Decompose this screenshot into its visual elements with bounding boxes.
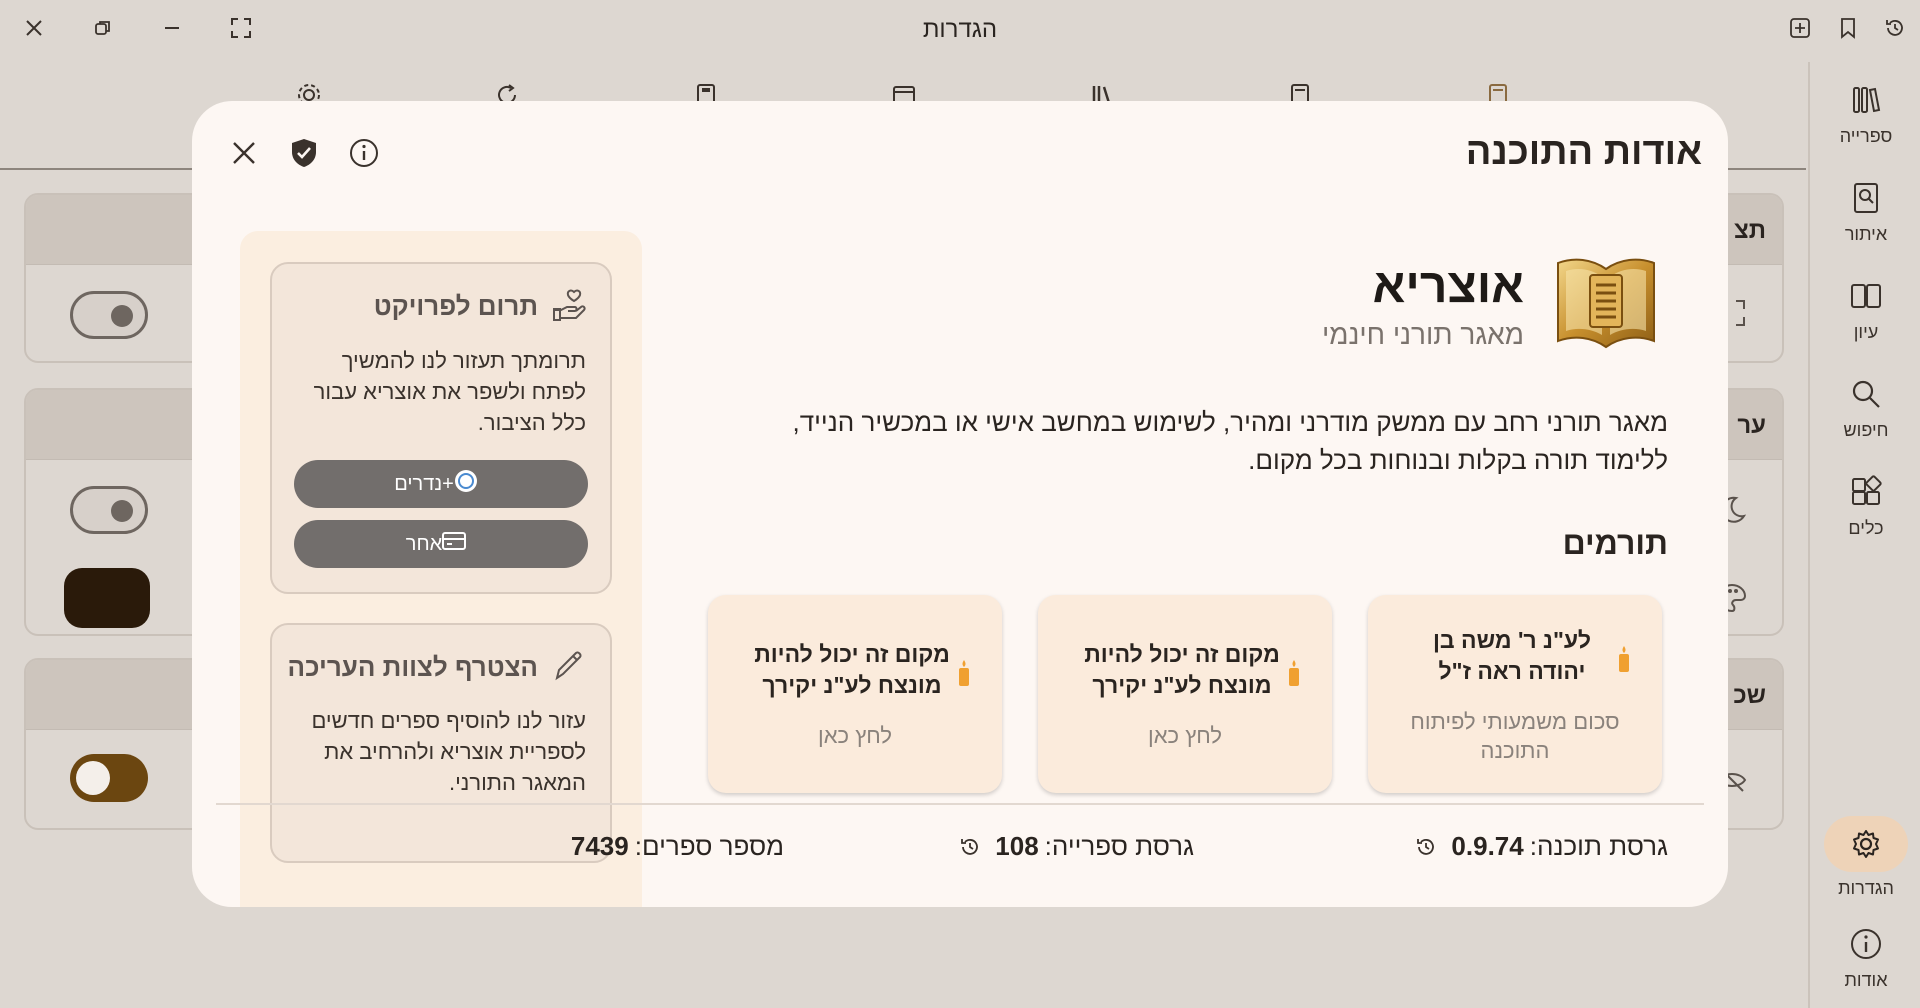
library-version-label: גרסת ספרייה: [1044, 831, 1194, 861]
footer-divider [216, 803, 1704, 805]
about-dialog: אודות התוכנה תרום לפרויקט תרומתך תעזור ל… [192, 101, 1728, 907]
rail-label: עיון [1853, 322, 1879, 342]
book-open-icon [1846, 276, 1886, 316]
rail-label: איתור [1844, 224, 1888, 244]
bookmark-icon [1838, 17, 1858, 44]
rail-item-library[interactable]: ספרייה [1810, 80, 1920, 147]
button-label: נדרים+ [394, 472, 454, 495]
add-square-icon [1789, 17, 1811, 44]
donor-card[interactable]: לע"נ ר' משה בן יהודה ראה ז"ל סכום משמעות… [1368, 595, 1662, 793]
rail-label: אודות [1844, 970, 1888, 990]
nedarim-plus-button[interactable]: נדרים+ [294, 460, 588, 508]
editors-body: עזור לנו להוסיף ספרים חדשים לספריית אוצר… [311, 708, 586, 795]
donate-title: תרום לפרויקט [373, 291, 538, 321]
donors-title: תורמים [1562, 525, 1668, 561]
app-version: גרסת תוכנה: 0.9.74 [1409, 831, 1668, 862]
tools-icon [1846, 472, 1886, 512]
rail-item-find[interactable]: איתור [1810, 178, 1920, 245]
info-icon [348, 137, 380, 174]
hand-heart-icon [552, 288, 588, 324]
editors-title: הצטרף לצוות העריכה [287, 652, 538, 682]
rail-label: הגדרות [1838, 878, 1894, 898]
candle-icon [956, 659, 972, 687]
donor-note: לחץ כאן [1148, 723, 1222, 748]
close-icon [230, 139, 258, 172]
donor-name: מקום זה יכול להיות מונצח לע"נ יקירך [754, 641, 950, 698]
donor-note: לחץ כאן [818, 723, 892, 748]
books-count-label: מספר ספרים: [634, 831, 784, 861]
support-panel: תרום לפרויקט תרומתך תעזור לנו להמשיך לפת… [240, 231, 642, 907]
privacy-button[interactable] [286, 137, 322, 173]
books-count-value: 7439 [570, 831, 629, 861]
bookmarks-button[interactable] [1832, 14, 1864, 46]
close-dialog-button[interactable] [226, 137, 262, 173]
donor-note: סכום משמעותי לפיתוח התוכנה [1410, 709, 1620, 763]
card-title: ער [1737, 412, 1766, 439]
rail-item-about[interactable]: אודות [1810, 924, 1920, 991]
new-tab-button[interactable] [1784, 14, 1816, 46]
rail-item-tools[interactable]: כלים [1810, 472, 1920, 539]
search-icon [1846, 374, 1886, 414]
rail-label: חיפוש [1843, 420, 1889, 440]
info-button[interactable] [346, 137, 382, 173]
color-swatch[interactable] [64, 568, 150, 628]
credit-card-icon [442, 531, 467, 557]
shield-check-icon [289, 137, 319, 174]
history-icon[interactable] [1415, 836, 1437, 858]
rail-label: כלים [1848, 518, 1884, 538]
app-version-label: גרסת תוכנה: [1529, 831, 1668, 861]
setting-toggle[interactable] [70, 291, 148, 339]
active-indicator [1824, 816, 1908, 872]
app-version-value: 0.9.74 [1451, 831, 1524, 861]
app-description: מאגר תורני רחב עם ממשק מודרני ומהיר, לשי… [792, 407, 1669, 475]
title-bar: הגדרות [0, 0, 1920, 62]
donate-body: תרומתך תעזור לנו להמשיך לפתח ולשפר את או… [313, 348, 586, 435]
history-icon [1884, 17, 1906, 44]
donor-name: לע"נ ר' משה בן יהודה ראה ז"ל [1432, 627, 1592, 684]
book-search-icon [1846, 178, 1886, 218]
window-title: הגדרות [922, 16, 998, 43]
app-name: אוצריא [1372, 260, 1524, 313]
button-label: אחר [405, 532, 443, 555]
rail-item-settings[interactable]: הגדרות [1810, 816, 1920, 899]
card-title: שכ [1733, 682, 1766, 709]
library-version-value: 108 [995, 831, 1039, 861]
otzaria-logo [1552, 253, 1660, 353]
other-payment-button[interactable]: אחר [294, 520, 588, 568]
candle-icon [1616, 645, 1632, 673]
rail-item-search[interactable]: חיפוש [1810, 374, 1920, 441]
nedarim-plus-logo-icon [454, 469, 478, 499]
history-button[interactable] [1879, 14, 1911, 46]
history-icon[interactable] [959, 836, 981, 858]
dialog-title: אודות התוכנה [1465, 131, 1702, 173]
rail-item-study[interactable]: עיון [1810, 276, 1920, 343]
card-title: תצ [1734, 217, 1766, 244]
rail-label: ספרייה [1839, 126, 1893, 146]
donor-name: מקום זה יכול להיות מונצח לע"נ יקירך [1084, 641, 1280, 698]
navigation-rail: ספרייה איתור עיון חיפוש כלים הגדרות אודו… [1808, 62, 1920, 1008]
gear-icon [1846, 824, 1886, 864]
donor-card[interactable]: מקום זה יכול להיות מונצח לע"נ יקירך לחץ … [708, 595, 1002, 793]
donor-card[interactable]: מקום זה יכול להיות מונצח לע"נ יקירך לחץ … [1038, 595, 1332, 793]
info-icon [1846, 924, 1886, 964]
pencil-icon [552, 649, 588, 685]
app-subtitle: מאגר תורני חינמי [1321, 319, 1524, 350]
editors-card: הצטרף לצוות העריכה עזור לנו להוסיף ספרים… [270, 623, 612, 863]
books-count: מספר ספרים: 7439 [571, 831, 784, 862]
library-version: גרסת ספרייה: 108 [953, 831, 1194, 862]
setting-toggle[interactable] [70, 486, 148, 534]
setting-toggle[interactable] [70, 754, 148, 802]
candle-icon [1286, 659, 1302, 687]
donate-card: תרום לפרויקט תרומתך תעזור לנו להמשיך לפת… [270, 262, 612, 594]
library-icon [1846, 80, 1886, 120]
